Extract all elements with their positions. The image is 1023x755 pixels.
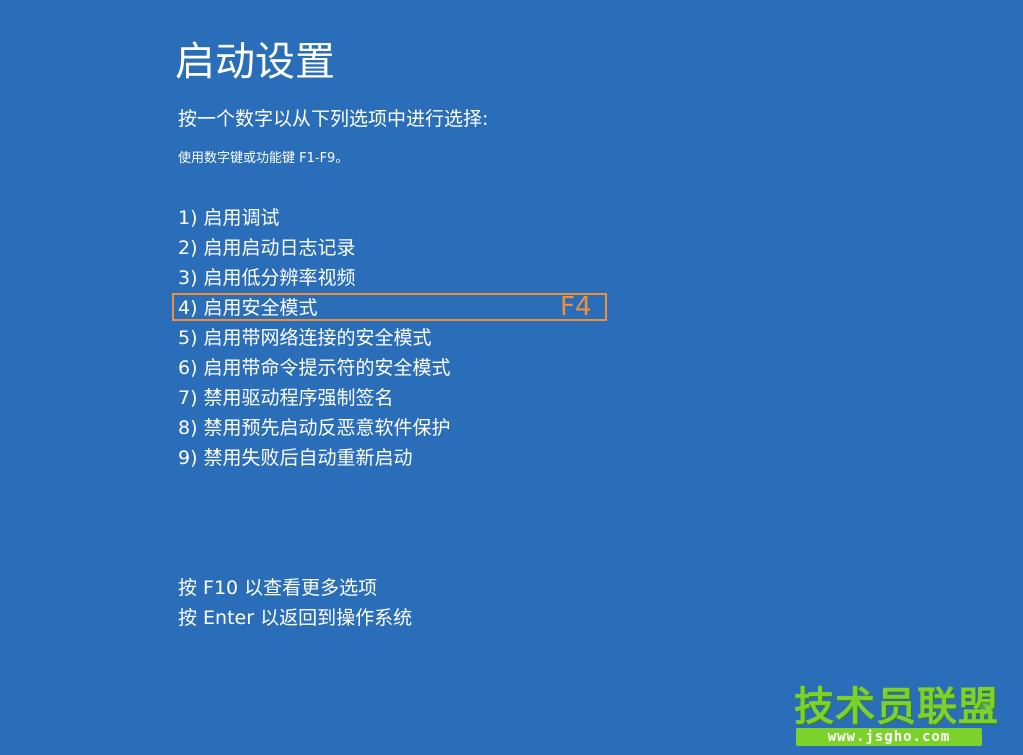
option-disable-driver-signature-enforcement[interactable]: 7) 禁用驱动程序强制签名 <box>178 383 451 413</box>
watermark-side-text: 家 <box>978 698 995 717</box>
site-watermark: 技术员联盟 家 www.jsgho.com <box>792 684 1002 750</box>
option-enable-boot-logging[interactable]: 2) 启用启动日志记录 <box>178 233 451 263</box>
startup-settings-screen: { "screen": { "title": "启动设置", "subtitle… <box>0 0 1023 755</box>
option-enable-debugging[interactable]: 1) 启用调试 <box>178 203 451 233</box>
page-title: 启动设置 <box>175 39 335 85</box>
option-enable-low-resolution-video[interactable]: 3) 启用低分辨率视频 <box>178 263 451 293</box>
key-hint-text: 使用数字键或功能键 F1-F9。 <box>178 151 349 166</box>
option-enable-safe-mode-command-prompt[interactable]: 6) 启用带命令提示符的安全模式 <box>178 353 451 383</box>
highlight-key-label: F4 <box>560 292 592 322</box>
safe-mode-highlight-box <box>172 293 607 321</box>
watermark-url: www.jsgho.com <box>796 728 982 746</box>
instruction-text: 按一个数字以从下列选项中进行选择: <box>178 108 489 130</box>
footer-instructions: 按 F10 以查看更多选项 按 Enter 以返回到操作系统 <box>178 573 412 633</box>
option-enable-safe-mode-networking[interactable]: 5) 启用带网络连接的安全模式 <box>178 323 451 353</box>
option-disable-early-launch-antimalware[interactable]: 8) 禁用预先启动反恶意软件保护 <box>178 413 451 443</box>
watermark-logo-text: 技术员联盟 <box>794 684 999 730</box>
option-disable-auto-restart-on-failure[interactable]: 9) 禁用失败后自动重新启动 <box>178 443 451 473</box>
startup-options-list: 1) 启用调试 2) 启用启动日志记录 3) 启用低分辨率视频 4) 启用安全模… <box>178 203 451 473</box>
return-to-os-hint[interactable]: 按 Enter 以返回到操作系统 <box>178 603 412 633</box>
more-options-hint[interactable]: 按 F10 以查看更多选项 <box>178 573 412 603</box>
